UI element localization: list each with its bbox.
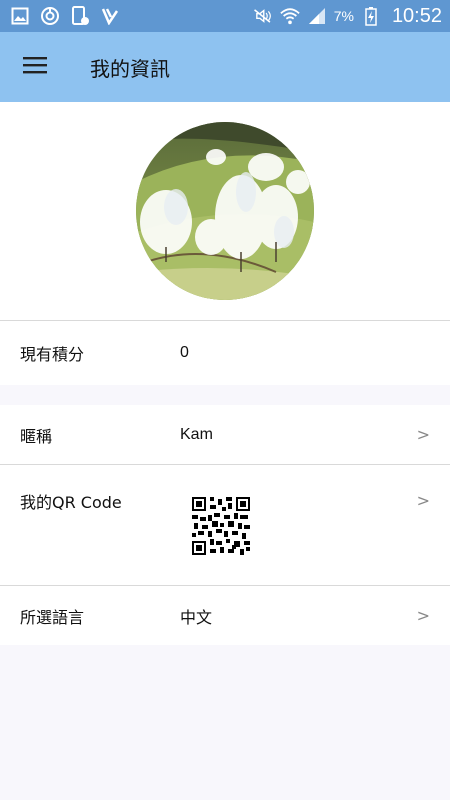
signal-icon	[307, 6, 327, 26]
chevron-right-icon: >	[416, 491, 430, 510]
qr-code-image	[192, 497, 250, 559]
nickname-row[interactable]: 暱稱 Kam >	[0, 405, 450, 464]
points-value: 0	[180, 344, 189, 361]
sync-notification-icon	[40, 6, 60, 26]
app-bar: 我的資訊	[0, 32, 450, 102]
gallery-notification-icon	[10, 6, 30, 26]
battery-charging-icon	[361, 6, 381, 26]
store-notification-icon	[100, 6, 120, 26]
status-bar-left	[10, 6, 120, 26]
nickname-label: 暱稱	[20, 426, 53, 446]
device-notification-icon	[70, 6, 90, 26]
chevron-right-icon: >	[416, 606, 430, 625]
status-bar: 7% 10:52	[0, 0, 450, 32]
language-row[interactable]: 所選語言 中文 >	[0, 586, 450, 645]
points-row: 現有積分 0	[0, 321, 450, 385]
qr-code-row[interactable]: 我的QR Code >	[0, 465, 450, 585]
avatar-section	[0, 102, 450, 321]
clock: 10:52	[391, 4, 442, 27]
points-label: 現有積分	[20, 345, 85, 364]
avatar[interactable]	[136, 122, 314, 300]
wifi-icon	[280, 6, 300, 26]
page-title: 我的資訊	[90, 56, 170, 81]
chevron-right-icon: >	[416, 425, 430, 444]
language-value: 中文	[180, 609, 213, 627]
language-label: 所選語言	[20, 607, 85, 627]
qr-code-label: 我的QR Code	[20, 493, 122, 512]
menu-icon	[22, 55, 48, 79]
nickname-value: Kam	[180, 425, 213, 443]
status-bar-right: 7% 10:52	[253, 5, 442, 28]
section-gap	[0, 385, 450, 405]
mute-icon	[253, 6, 273, 26]
battery-percentage: 7%	[333, 8, 354, 24]
menu-button[interactable]	[0, 32, 70, 102]
